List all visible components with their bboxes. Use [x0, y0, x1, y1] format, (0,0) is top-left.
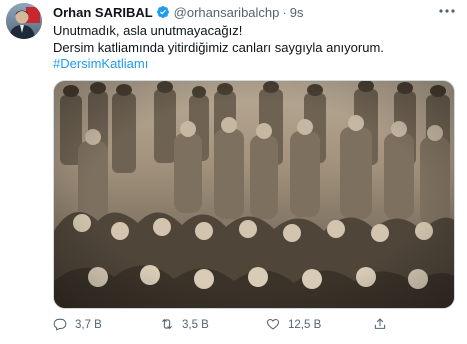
more-options-icon[interactable]	[437, 4, 457, 18]
reply-icon	[53, 317, 67, 334]
retweet-icon	[160, 317, 174, 334]
reply-count: 3,7 B	[75, 319, 102, 331]
like-count: 12,5 B	[288, 319, 322, 331]
tweet-text-line: Dersim katliamında yitirdiğimiz canları …	[53, 39, 384, 55]
share-button[interactable]	[373, 316, 387, 334]
share-icon	[373, 317, 387, 334]
author-name[interactable]: Orhan SARIBAL	[53, 5, 153, 20]
tweet-actions: 3,7 B 3,5 B 12,5 B	[53, 316, 423, 334]
retweet-button[interactable]: 3,5 B	[160, 316, 209, 334]
tweet[interactable]: Orhan SARIBAL @orhansaribalchp · 9s Unut…	[0, 0, 467, 344]
verified-badge-icon	[156, 5, 170, 19]
timestamp[interactable]: 9s	[290, 5, 304, 20]
tweet-text-line: Unutmadık, asla unutmayacağız!	[53, 23, 243, 38]
reply-button[interactable]: 3,7 B	[53, 316, 102, 334]
author-handle[interactable]: @orhansaribalchp	[174, 5, 280, 20]
retweet-count: 3,5 B	[182, 319, 209, 331]
avatar[interactable]	[6, 3, 42, 39]
separator-dot: ·	[282, 4, 287, 20]
tweet-text: Unutmadık, asla unutmayacağız! Dersim ka…	[53, 23, 453, 73]
tweet-photo[interactable]	[53, 80, 455, 309]
like-button[interactable]: 12,5 B	[266, 316, 321, 334]
historical-photo-image	[54, 81, 454, 308]
tweet-header: Orhan SARIBAL @orhansaribalchp · 9s	[53, 3, 303, 21]
hashtag-link[interactable]: #DersimKatliamı	[53, 56, 453, 73]
like-icon	[266, 317, 280, 334]
